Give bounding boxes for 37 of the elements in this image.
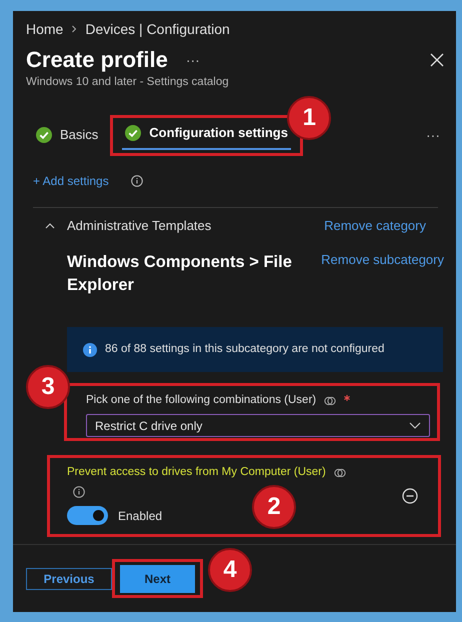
next-button[interactable]: Next [120,564,195,592]
breadcrumb-link[interactable]: Devices | Configuration [85,20,230,38]
previous-button[interactable]: Previous [26,568,112,590]
overlap-circles-icon [334,467,346,479]
info-icon [73,486,85,498]
step-badge: 2 [252,485,296,529]
step-badge: 1 [287,96,332,140]
chevron-right-icon [71,25,78,33]
step-badge: 4 [208,548,252,592]
page-title: Create profile [26,46,168,74]
info-icon [83,342,97,356]
info-message: 86 of 88 settings in this subcategory are not configured [105,342,384,357]
category-name: Administrative Templates [67,217,212,236]
chevron-down-icon [409,422,421,429]
remove-subcategory-link[interactable]: Remove subcategory [321,251,444,269]
remove-icon[interactable] [402,488,418,504]
step-badge: 3 [26,365,70,409]
wizard-tab[interactable]: Configuration settings [122,117,291,150]
setting-label: Prevent access to drives from My Computer (User) [67,465,326,480]
toggle-switch[interactable] [67,506,108,525]
toggle-state-label: Enabled [118,508,162,524]
subcategory-title: Windows Components > File Explorer [67,252,293,296]
setting-label: Pick one of the following combinations (User) [86,393,316,408]
remove-category-link[interactable]: Remove category [324,216,426,236]
page-subtitle: Windows 10 and later - Settings catalog [26,75,230,89]
check-circle-icon [125,124,142,140]
more-button[interactable]: ··· [426,125,440,146]
overlap-circles-icon [324,395,336,407]
add-settings-link[interactable]: + Add settings [33,173,109,189]
close-icon[interactable] [430,53,444,67]
more-button[interactable]: ··· [186,50,200,70]
info-icon [131,175,143,187]
chevron-up-icon[interactable] [45,222,55,230]
wizard-tab[interactable]: Basics [33,119,102,152]
dropdown-field[interactable]: Restrict C drive only [86,414,430,437]
breadcrumb-link[interactable]: Home [26,20,64,38]
check-circle-icon [36,126,52,142]
